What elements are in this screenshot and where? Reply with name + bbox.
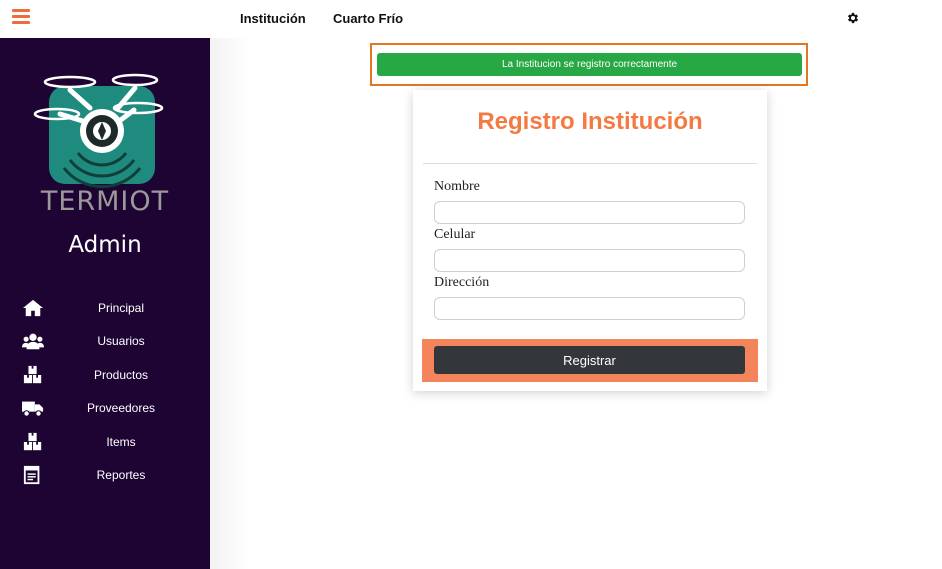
nombre-label: Nombre xyxy=(434,179,480,194)
boxes-icon xyxy=(23,432,42,451)
boxes-icon xyxy=(23,365,42,384)
sidebar-item-label: Productos xyxy=(93,368,149,382)
sidebar-item-productos[interactable]: Productos xyxy=(0,363,210,389)
success-alert: La Institucion se registro correctamente xyxy=(377,53,802,76)
sidebar: TERMIOT Admin Principal Usuarios Product… xyxy=(0,38,210,569)
registro-institucion-card: Registro Institución Nombre Celular Dire… xyxy=(413,90,767,391)
button-highlight-frame: Registrar xyxy=(422,339,758,382)
form-title: Registro Institución xyxy=(477,108,703,135)
celular-input[interactable] xyxy=(434,249,745,272)
sidebar-item-label: Principal xyxy=(97,301,145,315)
hamburger-menu-icon[interactable] xyxy=(12,9,30,25)
nav-link-institucion[interactable]: Institución xyxy=(240,11,306,26)
sidebar-item-label: Proveedores xyxy=(86,401,156,415)
direccion-label: Dirección xyxy=(434,275,490,290)
direccion-input[interactable] xyxy=(434,297,745,320)
user-role-label: Admin xyxy=(68,232,142,258)
divider xyxy=(423,163,757,164)
sidebar-item-items[interactable]: Items xyxy=(0,430,210,456)
nombre-input[interactable] xyxy=(434,201,745,224)
sidebar-item-label: Items xyxy=(106,435,136,449)
sidebar-item-usuarios[interactable]: Usuarios xyxy=(0,329,210,355)
top-navbar: Institución Cuarto Frío xyxy=(0,0,942,38)
sidebar-item-reportes[interactable]: Reportes xyxy=(0,463,210,489)
report-icon xyxy=(23,465,40,485)
users-icon xyxy=(22,333,44,350)
content-shadow xyxy=(210,38,250,569)
registrar-button[interactable]: Registrar xyxy=(434,346,745,374)
nav-link-cuarto-frio[interactable]: Cuarto Frío xyxy=(333,11,403,26)
sidebar-item-principal[interactable]: Principal xyxy=(0,296,210,322)
sidebar-item-label: Usuarios xyxy=(97,334,145,348)
gear-icon[interactable] xyxy=(846,11,860,25)
svg-text:TERMIOT: TERMIOT xyxy=(40,186,169,217)
termiot-logo: TERMIOT xyxy=(33,73,169,217)
sidebar-item-proveedores[interactable]: Proveedores xyxy=(0,396,210,422)
sidebar-item-label: Reportes xyxy=(96,468,146,482)
celular-label: Celular xyxy=(434,227,476,242)
truck-icon xyxy=(22,401,44,417)
home-icon xyxy=(23,299,43,317)
